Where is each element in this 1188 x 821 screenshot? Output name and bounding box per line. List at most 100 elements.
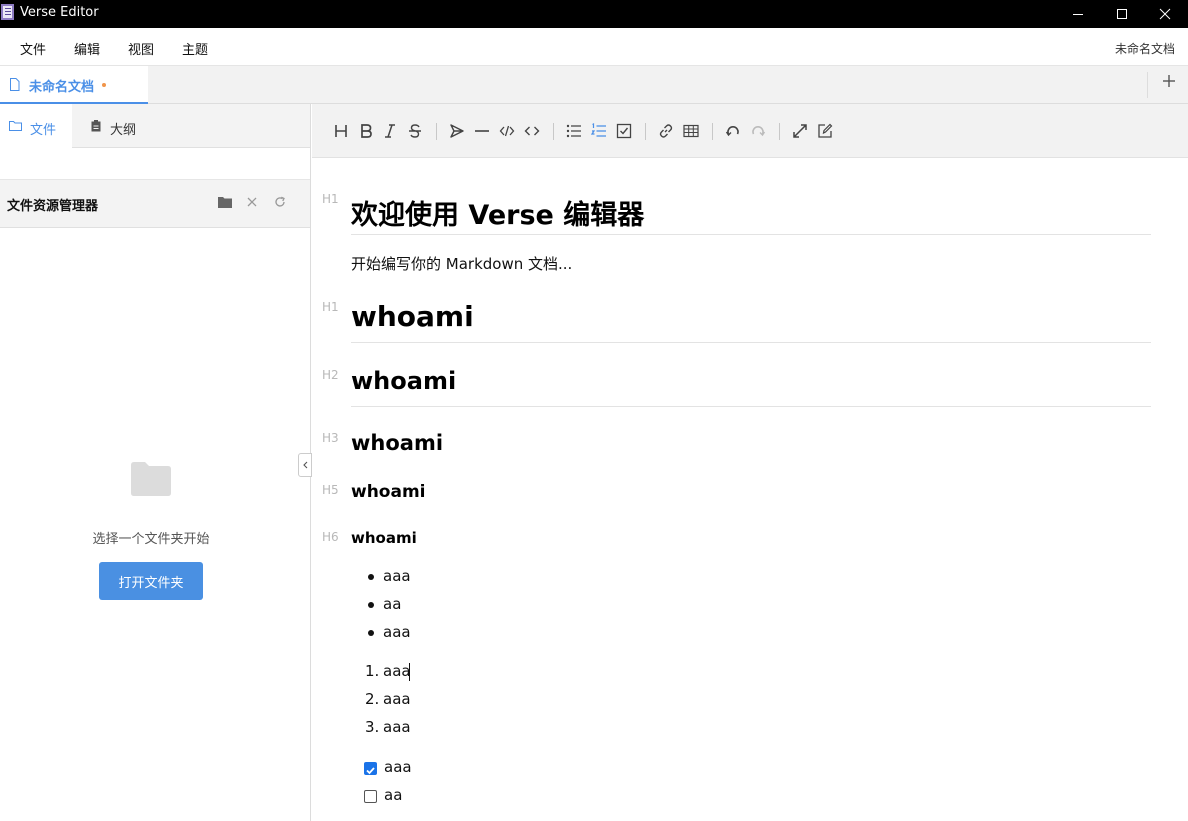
code-block-button[interactable] <box>497 121 517 141</box>
open-folder-action[interactable] <box>217 193 235 211</box>
heading-marker: H3 <box>322 431 339 445</box>
maximize-button[interactable] <box>1099 0 1145 28</box>
toolbar-separator <box>779 123 780 140</box>
heading-marker: H5 <box>322 483 339 497</box>
editor-content[interactable]: H1 欢迎使用 Verse 编辑器 开始编写你的 Markdown 文档... … <box>312 158 1188 821</box>
strikethrough-icon <box>409 124 421 138</box>
sidebar-tab-files-label: 文件 <box>30 123 57 138</box>
task-item: aa <box>384 786 403 804</box>
unsaved-indicator <box>102 83 106 87</box>
app-icon <box>1 4 14 20</box>
italic-button[interactable] <box>380 121 400 141</box>
minimize-icon <box>1073 14 1083 15</box>
sidebar-tab-outline-label: 大纲 <box>110 123 137 138</box>
ordered-list-button[interactable] <box>589 121 609 141</box>
close-folder-action[interactable] <box>245 193 263 211</box>
ordered-list-item: aaa <box>383 718 411 736</box>
ordered-list-item: aaa <box>383 690 411 708</box>
inline-code-icon <box>524 126 540 136</box>
ordered-list-item: aaa <box>383 662 411 680</box>
table-icon <box>683 124 699 138</box>
bold-button[interactable] <box>356 121 376 141</box>
redo-icon <box>752 126 766 137</box>
chevron-left-icon <box>303 461 308 469</box>
document-name: 未命名文档 <box>1114 42 1175 56</box>
table-button[interactable] <box>681 121 701 141</box>
checkmark-icon <box>366 767 375 775</box>
window-title: Verse Editor <box>20 5 99 20</box>
horizontal-rule-icon <box>475 130 489 132</box>
heading-h3: whoami <box>351 431 444 455</box>
link-button[interactable] <box>656 121 676 141</box>
heading-h5: whoami <box>351 482 426 502</box>
text-caret <box>409 663 410 681</box>
task-item: aaa <box>384 758 412 776</box>
document-tab[interactable]: 未命名文档 <box>0 66 148 104</box>
task-list-button[interactable] <box>614 121 634 141</box>
document-tab-bar: 未命名文档 <box>0 66 1188 104</box>
refresh-icon <box>275 196 285 207</box>
ordered-list-number: 3. <box>365 718 380 736</box>
close-button[interactable] <box>1142 0 1188 28</box>
open-folder-button[interactable]: 打开文件夹 <box>99 562 203 600</box>
edit-icon <box>818 123 833 138</box>
fullscreen-icon <box>793 124 807 138</box>
menu-view[interactable]: 视图 <box>128 39 154 58</box>
document-tab-label: 未命名文档 <box>29 80 95 95</box>
minimize-button[interactable] <box>1055 0 1101 28</box>
clipboard-icon <box>91 120 101 132</box>
code-icon <box>499 125 515 137</box>
heading-underline <box>351 234 1151 235</box>
bullet-marker <box>368 602 374 608</box>
heading-underline <box>351 406 1151 407</box>
quote-button[interactable] <box>447 121 467 141</box>
menu-theme[interactable]: 主题 <box>182 39 208 58</box>
toolbar-separator <box>712 123 713 140</box>
ordered-list-number: 1. <box>365 662 380 680</box>
menu-bar: 文件 编辑 视图 主题 未命名文档 <box>0 28 1188 66</box>
horizontal-rule-button[interactable] <box>472 121 492 141</box>
explorer-title: 文件资源管理器 <box>7 199 99 214</box>
heading-underline <box>351 342 1151 343</box>
undo-icon <box>725 126 739 137</box>
heading-marker: H2 <box>322 368 339 382</box>
sidebar-tabs: 文件 大纲 <box>0 104 310 148</box>
heading-h6: whoami <box>351 529 417 547</box>
sidebar-filter-area <box>0 148 310 180</box>
heading-h1: whoami <box>351 300 474 333</box>
plus-icon <box>1163 75 1175 87</box>
list-item: aaa <box>383 623 411 641</box>
document-title-heading: 欢迎使用 Verse 编辑器 <box>351 200 645 231</box>
heading-button[interactable] <box>331 121 351 141</box>
quote-icon <box>450 124 464 138</box>
add-tab-button[interactable] <box>1160 74 1178 92</box>
tab-divider <box>1147 72 1148 98</box>
empty-state-text: 选择一个文件夹开始 <box>92 532 210 547</box>
bullet-list-button[interactable] <box>564 121 584 141</box>
sidebar-collapse-handle[interactable] <box>298 453 312 477</box>
list-item: aa <box>383 595 402 613</box>
sidebar: 文件 大纲 文件资源管理器 选择一个文件夹开始 打开文件夹 <box>0 104 311 821</box>
edit-mode-button[interactable] <box>815 121 835 141</box>
inline-code-button[interactable] <box>522 121 542 141</box>
fullscreen-button[interactable] <box>790 121 810 141</box>
redo-button[interactable] <box>748 121 768 141</box>
sidebar-tab-files[interactable]: 文件 <box>0 104 72 148</box>
task-checkbox-checked[interactable] <box>364 762 377 775</box>
empty-folder-icon <box>131 462 171 496</box>
heading-icon <box>335 125 347 137</box>
undo-button[interactable] <box>723 121 743 141</box>
menu-edit[interactable]: 编辑 <box>74 39 100 58</box>
intro-paragraph: 开始编写你的 Markdown 文档... <box>351 255 573 273</box>
strikethrough-button[interactable] <box>405 121 425 141</box>
maximize-icon <box>1117 9 1127 19</box>
sidebar-tab-outline[interactable]: 大纲 <box>72 104 152 148</box>
close-icon <box>1159 8 1171 20</box>
refresh-action[interactable] <box>273 193 291 211</box>
menu-file[interactable]: 文件 <box>20 39 46 58</box>
folder-outline-icon <box>9 121 22 131</box>
toolbar-separator <box>645 123 646 140</box>
italic-icon <box>385 124 395 138</box>
task-checkbox-unchecked[interactable] <box>364 790 377 803</box>
checkbox-icon <box>616 123 632 139</box>
